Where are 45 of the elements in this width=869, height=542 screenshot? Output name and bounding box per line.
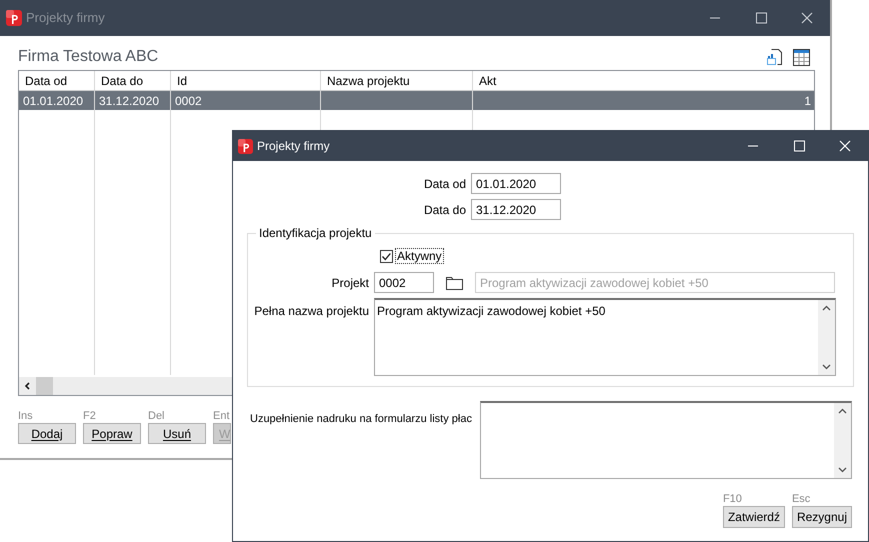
shortcut-label: F2	[83, 410, 97, 423]
action-button[interactable]: Usuń	[148, 423, 206, 444]
column-header[interactable]: Akt	[473, 71, 814, 90]
date-input[interactable]: 31.12.2020	[471, 199, 561, 220]
note-textarea[interactable]	[480, 401, 852, 479]
vertical-scrollbar[interactable]	[834, 403, 851, 478]
window-title: Projekty firmy	[257, 138, 330, 155]
field-label: Projekt	[330, 274, 370, 292]
table-cell-text: 1	[804, 92, 811, 110]
checkbox[interactable]	[380, 250, 393, 262]
app-logo-icon	[238, 138, 253, 154]
table-view-icon[interactable]	[793, 48, 810, 66]
field-label: Data od	[422, 176, 467, 192]
shortcut-label: Ins	[18, 410, 34, 423]
window-title: Projekty firmy	[26, 9, 105, 28]
dialog-button[interactable]: Rezygnuj	[792, 506, 852, 528]
action-button[interactable]: Dodaj	[18, 423, 76, 444]
dialog-button[interactable]: Zatwierdź	[722, 506, 785, 528]
field-label: Uzupełnienie nadruku na formularzu listy płac	[250, 412, 472, 427]
shortcut-label: Esc	[792, 493, 812, 506]
shortcut-label: Del	[148, 410, 166, 423]
field-label: Pełna nazwa projektu	[253, 303, 370, 320]
checkbox-label[interactable]: Aktywny	[395, 248, 444, 264]
column-header[interactable]: Data do	[95, 71, 171, 90]
group-legend: Identyfikacja projektu	[256, 226, 375, 240]
table-cell-text: 0002	[175, 92, 202, 110]
action-button[interactable]: Popraw	[83, 423, 141, 444]
folder-icon[interactable]	[446, 276, 463, 290]
column-header[interactable]: Data od	[19, 71, 95, 90]
shortcut-label: Ent	[213, 410, 231, 423]
app-logo-icon	[6, 10, 22, 26]
column-header[interactable]: Id	[171, 71, 321, 90]
table-row[interactable]: 01.01.2020 31.12.2020 0002 1	[19, 91, 814, 110]
table-cell-text: 31.12.2020	[99, 92, 160, 110]
column-header[interactable]: Nazwa projektu	[321, 71, 473, 90]
table-cell-text: 01.01.2020	[23, 92, 84, 110]
company-heading: Firma Testowa ABC	[18, 47, 158, 67]
field-label: Data do	[422, 202, 467, 218]
chart-document-icon[interactable]	[767, 48, 783, 66]
scrollbar-thumb[interactable]	[36, 377, 53, 395]
shortcut-label: F10	[722, 493, 743, 506]
project-id-input[interactable]: 0002	[374, 272, 434, 293]
vertical-scrollbar[interactable]	[818, 300, 835, 375]
date-input[interactable]: 01.01.2020	[471, 173, 561, 194]
full-name-textarea[interactable]: Program aktywizacji zawodowej kobiet +50	[374, 298, 836, 376]
